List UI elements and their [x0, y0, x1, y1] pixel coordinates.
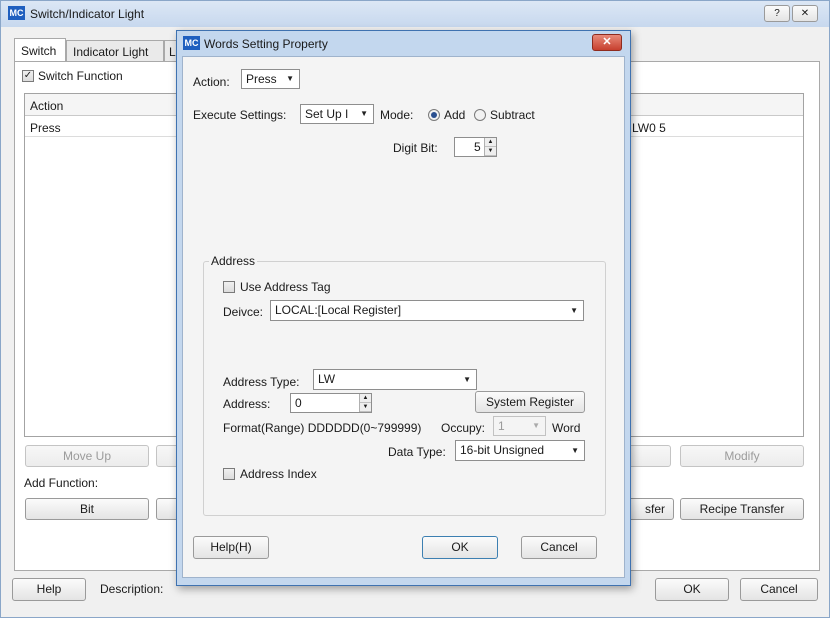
- help-title-button[interactable]: ?: [764, 5, 790, 22]
- mode-subtract-radio[interactable]: [474, 109, 486, 121]
- mode-add-radio[interactable]: [428, 109, 440, 121]
- address-spin-buttons[interactable]: ▲ ▼: [359, 394, 371, 412]
- tab-switch[interactable]: Switch: [14, 38, 66, 62]
- close-icon: ✕: [602, 36, 612, 48]
- chevron-down-icon: ▼: [571, 446, 579, 455]
- cancel-button[interactable]: Cancel: [740, 578, 818, 601]
- tab-other-label: L: [169, 45, 176, 59]
- action-value: Press: [246, 72, 277, 86]
- add-function-label: Add Function:: [24, 476, 99, 490]
- device-value: LOCAL:[Local Register]: [275, 303, 402, 317]
- switch-function-checkbox[interactable]: ✓: [22, 70, 34, 82]
- address-index-checkbox[interactable]: [223, 468, 235, 480]
- dialog-ok-button[interactable]: OK: [422, 536, 498, 559]
- help-button[interactable]: Help: [12, 578, 86, 601]
- execute-settings-value: Set Up I: [305, 107, 349, 121]
- switch-function-label: Switch Function: [38, 69, 123, 83]
- mode-label: Mode:: [380, 108, 414, 122]
- dialog-close-button[interactable]: ✕: [592, 34, 622, 51]
- dialog-title: Words Setting Property: [204, 37, 328, 51]
- data-type-label: Data Type:: [388, 445, 446, 459]
- digit-bit-value: 5: [474, 140, 481, 154]
- action-label: Action:: [193, 75, 230, 89]
- data-type-select[interactable]: 16-bit Unsigned ▼: [455, 440, 585, 461]
- app-icon: MC: [8, 6, 25, 20]
- use-address-tag-checkbox[interactable]: [223, 281, 235, 293]
- occupy-label: Occupy:: [441, 421, 486, 435]
- address-type-value: LW: [318, 372, 336, 386]
- description-label: Description:: [100, 582, 164, 596]
- format-range-text: Format(Range) DDDDDD(0~799999): [223, 421, 422, 435]
- tab-indicator-light-label: Indicator Light: [73, 45, 149, 59]
- address-type-select[interactable]: LW ▼: [313, 369, 477, 390]
- tab-switch-label: Switch: [21, 44, 57, 58]
- occupy-select: 1 ▼: [493, 416, 546, 436]
- address-index-label: Address Index: [240, 467, 317, 481]
- system-register-button[interactable]: System Register: [475, 391, 585, 413]
- address-type-label: Address Type:: [223, 375, 300, 389]
- spin-up-icon: ▲: [485, 138, 496, 147]
- partial-button-right[interactable]: [625, 445, 671, 467]
- ok-button[interactable]: OK: [655, 578, 729, 601]
- chevron-down-icon: ▼: [360, 109, 368, 118]
- spin-down-icon: ▼: [485, 147, 496, 156]
- use-address-tag-label: Use Address Tag: [240, 280, 331, 294]
- device-label: Deivce:: [223, 305, 264, 319]
- move-up-button[interactable]: Move Up: [25, 445, 149, 467]
- address-value: 0: [295, 396, 302, 410]
- execute-settings-select[interactable]: Set Up I ▼: [300, 104, 374, 124]
- device-select[interactable]: LOCAL:[Local Register] ▼: [270, 300, 584, 321]
- bit-button[interactable]: Bit: [25, 498, 149, 520]
- dialog-icon: MC: [183, 36, 200, 50]
- spin-down-icon: ▼: [360, 403, 371, 412]
- close-title-button[interactable]: ✕: [792, 5, 818, 22]
- modify-button[interactable]: Modify: [680, 445, 804, 467]
- digit-bit-spin-buttons[interactable]: ▲ ▼: [484, 138, 496, 156]
- spin-up-icon: ▲: [360, 394, 371, 403]
- data-type-value: 16-bit Unsigned: [460, 443, 545, 457]
- table-row-detail: LW0 5: [632, 121, 666, 135]
- chevron-down-icon: ▼: [463, 375, 471, 384]
- table-header-action: Action: [30, 99, 64, 113]
- dialog-help-button[interactable]: Help(H): [193, 536, 269, 559]
- mode-subtract-label: Subtract: [490, 108, 535, 122]
- chevron-down-icon: ▼: [570, 306, 578, 315]
- chevron-down-icon: ▼: [532, 421, 540, 430]
- occupy-unit: Word: [552, 421, 581, 435]
- dialog-cancel-button[interactable]: Cancel: [521, 536, 597, 559]
- tab-indicator-light[interactable]: Indicator Light: [66, 40, 164, 62]
- chevron-down-icon: ▼: [286, 74, 294, 83]
- main-window-title: Switch/Indicator Light: [30, 7, 145, 21]
- table-row-action: Press: [30, 121, 61, 135]
- execute-settings-label: Execute Settings:: [193, 108, 287, 122]
- digit-bit-label: Digit Bit:: [393, 141, 438, 155]
- occupy-value: 1: [498, 419, 505, 433]
- address-label: Address:: [223, 397, 271, 411]
- action-select[interactable]: Press ▼: [241, 69, 300, 89]
- address-input[interactable]: 0 ▲ ▼: [290, 393, 372, 413]
- mode-add-label: Add: [444, 108, 466, 122]
- digit-bit-spinbox[interactable]: 5 ▲ ▼: [454, 137, 497, 157]
- address-group-title: Address: [209, 254, 258, 268]
- recipe-transfer-button[interactable]: Recipe Transfer: [680, 498, 804, 520]
